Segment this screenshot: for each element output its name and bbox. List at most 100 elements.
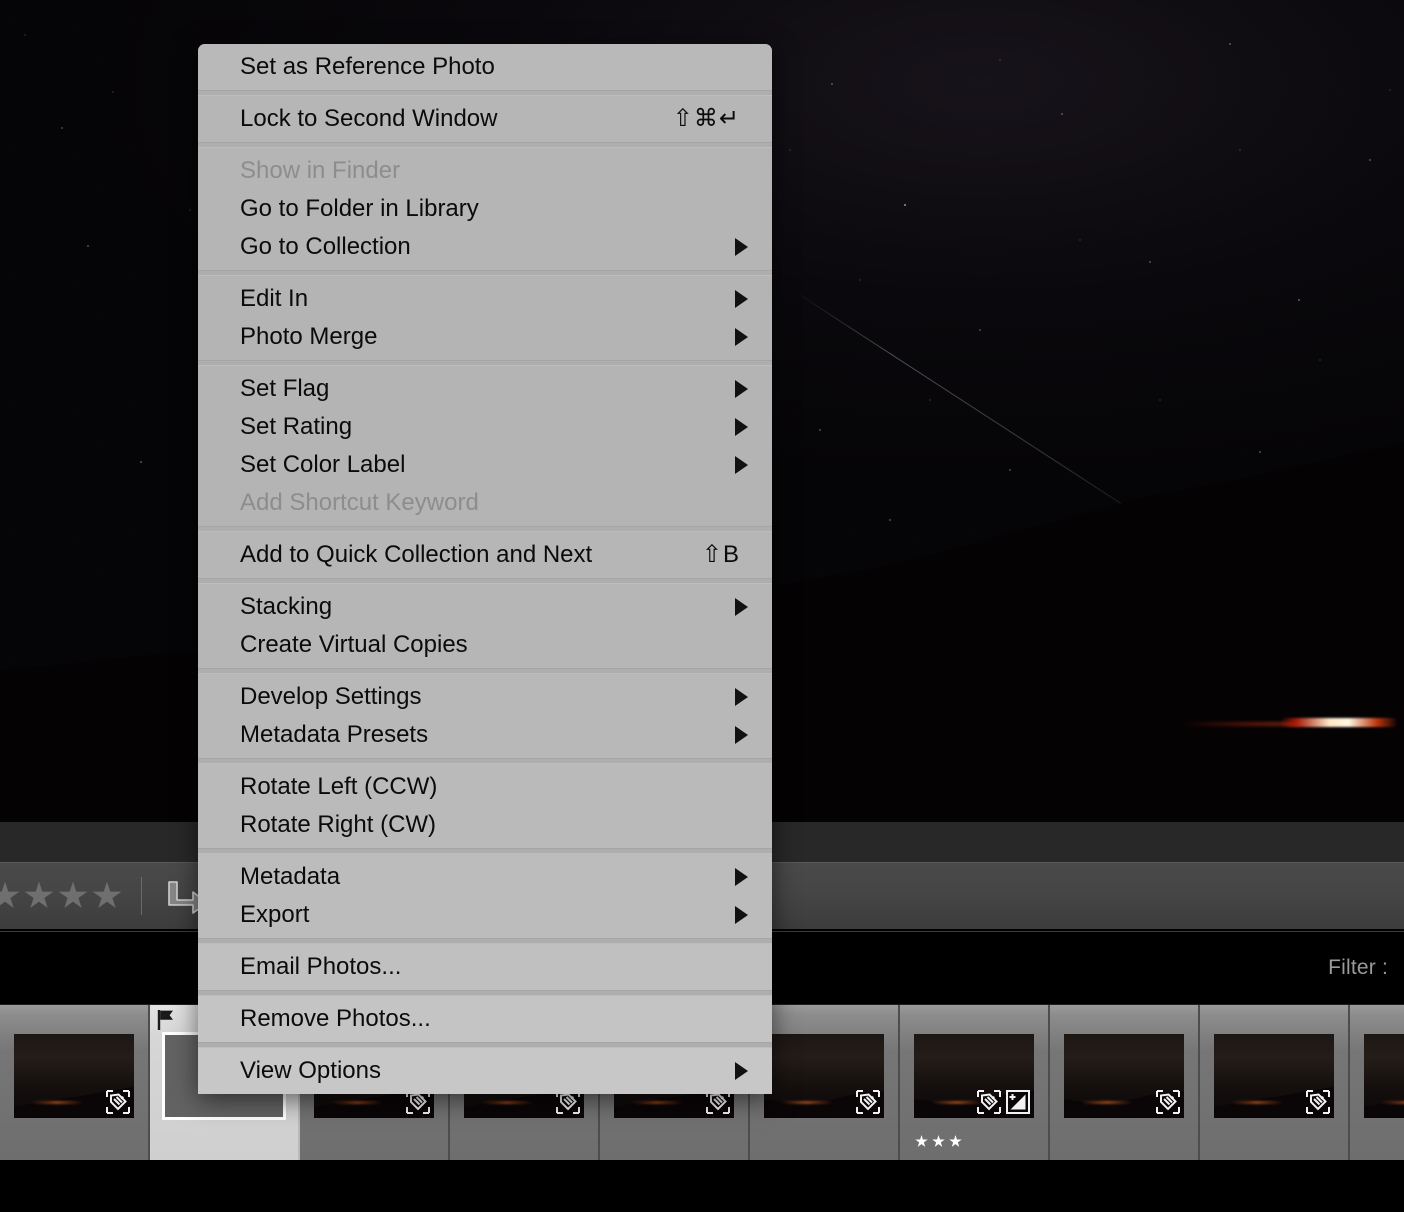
filmstrip-cell[interactable] — [750, 1005, 900, 1160]
star-icon[interactable] — [915, 1135, 928, 1147]
keyword-tag-badge-svg — [106, 1090, 130, 1114]
menu-item-label: Rotate Left (CCW) — [240, 773, 438, 800]
thumbnail-horizon-glow — [930, 1101, 983, 1104]
thumbnail-badges — [855, 1089, 881, 1115]
menu-item-metadata-presets[interactable]: Metadata Presets — [198, 716, 772, 754]
filmstrip-thumbnail[interactable] — [914, 1034, 1034, 1118]
menu-item-label: Develop Settings — [240, 683, 422, 710]
menu-item-photo-merge[interactable]: Photo Merge — [198, 318, 772, 356]
menu-group: Remove Photos... — [198, 996, 772, 1042]
menu-item-stacking[interactable]: Stacking — [198, 588, 772, 626]
menu-item-remove-photos[interactable]: Remove Photos... — [198, 1000, 772, 1038]
menu-item-label: Lock to Second Window — [240, 105, 498, 132]
filter-label: Filter : — [1328, 956, 1388, 979]
rating-stars-control[interactable] — [0, 863, 122, 929]
filmstrip-cell[interactable] — [1350, 1005, 1404, 1160]
menu-item-label: Go to Collection — [240, 233, 411, 260]
flag-icon-svg — [157, 1010, 173, 1030]
thumbnail-rating-stars[interactable] — [915, 1135, 962, 1148]
menu-item-label: Stacking — [240, 593, 333, 620]
submenu-arrow-icon — [735, 328, 748, 346]
menu-item-set-color-label[interactable]: Set Color Label — [198, 446, 772, 484]
star-icon[interactable] — [92, 881, 122, 908]
menu-item-go-to-folder-in-library[interactable]: Go to Folder in Library — [198, 190, 772, 228]
menu-item-set-flag[interactable]: Set Flag — [198, 370, 772, 408]
menu-group: Develop Settings Metadata Presets — [198, 674, 772, 758]
submenu-arrow-icon — [735, 238, 748, 256]
menu-item-label: Set Color Label — [240, 451, 406, 478]
horizon-light-streak — [1280, 718, 1398, 727]
filmstrip-thumbnail[interactable] — [764, 1034, 884, 1118]
filmstrip-cell[interactable] — [1050, 1005, 1200, 1160]
keyword-tag-badge[interactable] — [855, 1089, 881, 1115]
flag-icon[interactable] — [156, 1009, 178, 1031]
submenu-arrow-icon — [735, 1062, 748, 1080]
develop-adjust-badge[interactable] — [1005, 1089, 1031, 1115]
star-icon[interactable] — [58, 881, 88, 908]
menu-group: Set Flag Set Rating Set Color Label Add Sho… — [198, 366, 772, 526]
menu-item-rotate-left-ccw[interactable]: Rotate Left (CCW) — [198, 768, 772, 806]
menu-item-rotate-right-cw[interactable]: Rotate Right (CW) — [198, 806, 772, 844]
menu-item-go-to-collection[interactable]: Go to Collection — [198, 228, 772, 266]
star-icon[interactable] — [949, 1135, 962, 1147]
thumbnail-horizon-glow — [480, 1101, 533, 1104]
keyword-tag-badge[interactable] — [1155, 1089, 1181, 1115]
star-icon[interactable] — [24, 881, 54, 908]
submenu-arrow-icon — [735, 726, 748, 744]
thumbnail-horizon-glow — [1230, 1101, 1283, 1104]
filmstrip-cell[interactable] — [900, 1005, 1050, 1160]
thumbnail-badges — [976, 1089, 1031, 1115]
lightroom-window: Filter : Set as Reference Photo Lock to … — [0, 0, 1404, 1212]
menu-group: Rotate Left (CCW) Rotate Right (CW) — [198, 764, 772, 848]
menu-item-add-shortcut-keyword: Add Shortcut Keyword — [198, 484, 772, 522]
menu-item-set-rating[interactable]: Set Rating — [198, 408, 772, 446]
menu-item-label: Metadata Presets — [240, 721, 429, 748]
photo-context-menu[interactable]: Set as Reference Photo Lock to Second Win… — [198, 44, 772, 1094]
menu-item-label: Metadata — [240, 863, 341, 890]
filmstrip-bottom-bar — [0, 1160, 1404, 1212]
menu-group: Email Photos... — [198, 944, 772, 990]
menu-item-develop-settings[interactable]: Develop Settings — [198, 678, 772, 716]
filmstrip-cell[interactable] — [0, 1005, 150, 1160]
menu-item-label: Rotate Right (CW) — [240, 811, 437, 838]
filmstrip-thumbnail[interactable] — [1064, 1034, 1184, 1118]
menu-item-set-as-reference-photo[interactable]: Set as Reference Photo — [198, 48, 772, 86]
submenu-arrow-icon — [735, 290, 748, 308]
menu-group: Lock to Second Window ⇧⌘↵ — [198, 96, 772, 142]
thumbnail-horizon-glow — [780, 1101, 833, 1104]
filmstrip-cell[interactable] — [1200, 1005, 1350, 1160]
thumbnail-horizon-glow — [30, 1101, 83, 1104]
menu-item-label: Set as Reference Photo — [240, 53, 495, 80]
menu-item-lock-to-second-window[interactable]: Lock to Second Window ⇧⌘↵ — [198, 100, 772, 138]
menu-item-add-to-quick-collection-and-next[interactable]: Add to Quick Collection and Next ⇧B — [198, 536, 772, 574]
thumbnail-horizon-glow — [1080, 1101, 1133, 1104]
menu-item-show-in-finder: Show in Finder — [198, 152, 772, 190]
menu-item-export[interactable]: Export — [198, 896, 772, 934]
filmstrip-thumbnail[interactable] — [14, 1034, 134, 1118]
menu-item-metadata[interactable]: Metadata — [198, 858, 772, 896]
filmstrip-thumbnail[interactable] — [1364, 1034, 1404, 1118]
thumbnail-badges — [105, 1089, 131, 1115]
star-icon[interactable] — [0, 881, 20, 908]
menu-item-shortcut: ⇧B — [701, 541, 740, 568]
submenu-arrow-icon — [735, 906, 748, 924]
menu-item-label: Show in Finder — [240, 157, 401, 184]
menu-item-email-photos[interactable]: Email Photos... — [198, 948, 772, 986]
thumbnail-horizon-glow — [630, 1101, 683, 1104]
submenu-arrow-icon — [735, 418, 748, 436]
menu-group: Show in Finder Go to Folder in Library Go … — [198, 148, 772, 270]
keyword-tag-badge[interactable] — [1305, 1089, 1331, 1115]
thumbnail-horizon-glow — [330, 1101, 383, 1104]
keyword-tag-badge-svg — [1156, 1090, 1180, 1114]
keyword-tag-badge[interactable] — [976, 1089, 1002, 1115]
thumbnail-ridge — [1364, 1087, 1404, 1118]
menu-item-create-virtual-copies[interactable]: Create Virtual Copies — [198, 626, 772, 664]
menu-item-label: Export — [240, 901, 310, 928]
menu-item-label: Photo Merge — [240, 323, 378, 350]
menu-item-edit-in[interactable]: Edit In — [198, 280, 772, 318]
menu-item-view-options[interactable]: View Options — [198, 1052, 772, 1090]
star-icon[interactable] — [932, 1135, 945, 1147]
keyword-tag-badge[interactable] — [105, 1089, 131, 1115]
filmstrip-thumbnail[interactable] — [1214, 1034, 1334, 1118]
menu-item-label: Create Virtual Copies — [240, 631, 468, 658]
